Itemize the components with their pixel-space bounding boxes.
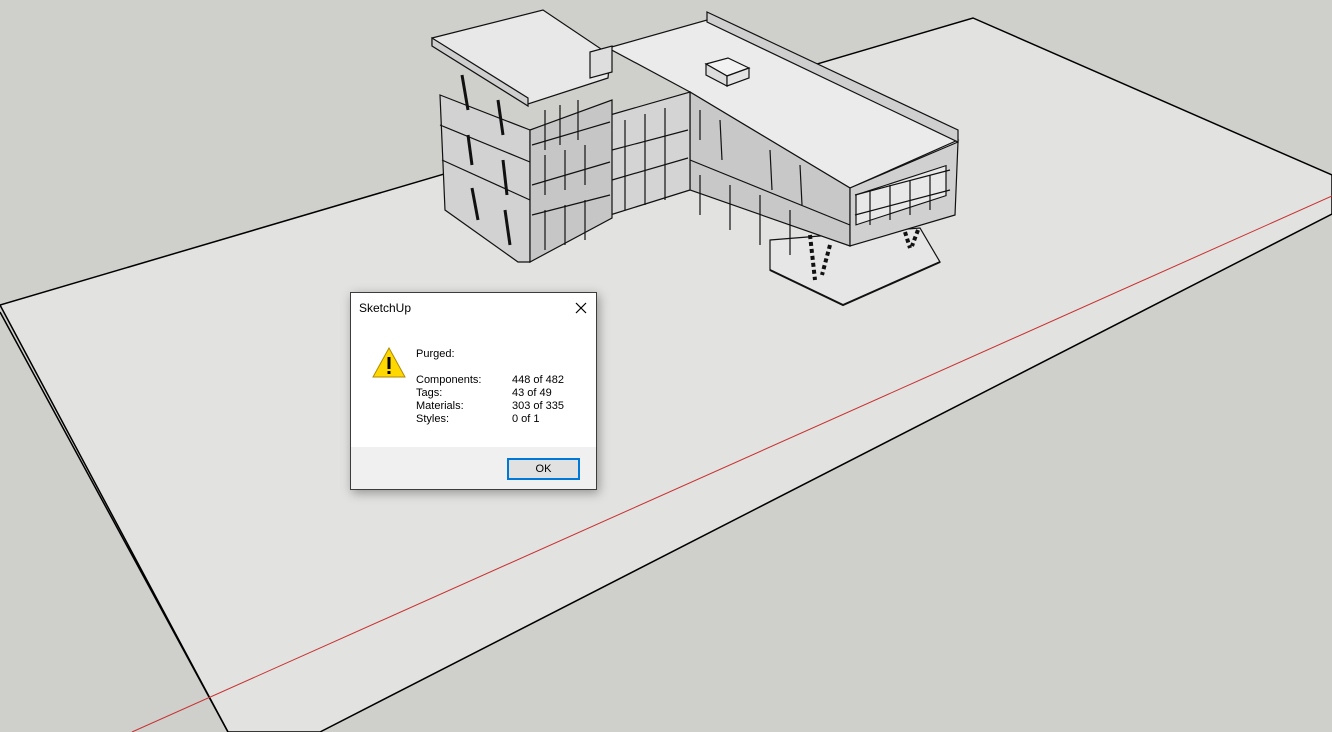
model-scene: [0, 9, 1332, 732]
ok-button[interactable]: OK: [507, 458, 580, 480]
stat-value: 0 of 1: [512, 413, 540, 425]
stat-name: Materials:: [416, 400, 464, 412]
stat-row-materials: Materials: 303 of 335: [416, 400, 564, 413]
stat-row-tags: Tags: 43 of 49: [416, 387, 564, 400]
stat-name: Styles:: [416, 413, 450, 425]
stat-value: 303 of 335: [512, 400, 564, 412]
stat-row-styles: Styles: 0 of 1: [416, 413, 564, 426]
close-button[interactable]: [568, 295, 594, 321]
stat-name: Components:: [416, 374, 482, 386]
stat-row-components: Components: 448 of 482: [416, 374, 564, 387]
stat-value: 448 of 482: [512, 374, 564, 386]
model-viewport[interactable]: SketchUp Purged: Components: 448 of 482: [0, 0, 1332, 732]
dialog-title: SketchUp: [359, 301, 412, 315]
purged-label: Purged:: [416, 348, 455, 360]
dialog-titlebar[interactable]: SketchUp: [351, 293, 596, 323]
purge-stats: Components: 448 of 482 Tags: 43 of 49 Ma…: [416, 374, 564, 426]
close-icon: [575, 302, 587, 314]
stat-name: Tags:: [416, 387, 443, 399]
warning-icon: [372, 347, 406, 378]
purge-dialog: SketchUp Purged: Components: 448 of 482: [350, 292, 597, 490]
dialog-footer: OK: [351, 447, 596, 489]
dialog-body: Purged: Components: 448 of 482 Tags: 43 …: [351, 323, 596, 447]
stat-value: 43 of 49: [512, 387, 552, 399]
